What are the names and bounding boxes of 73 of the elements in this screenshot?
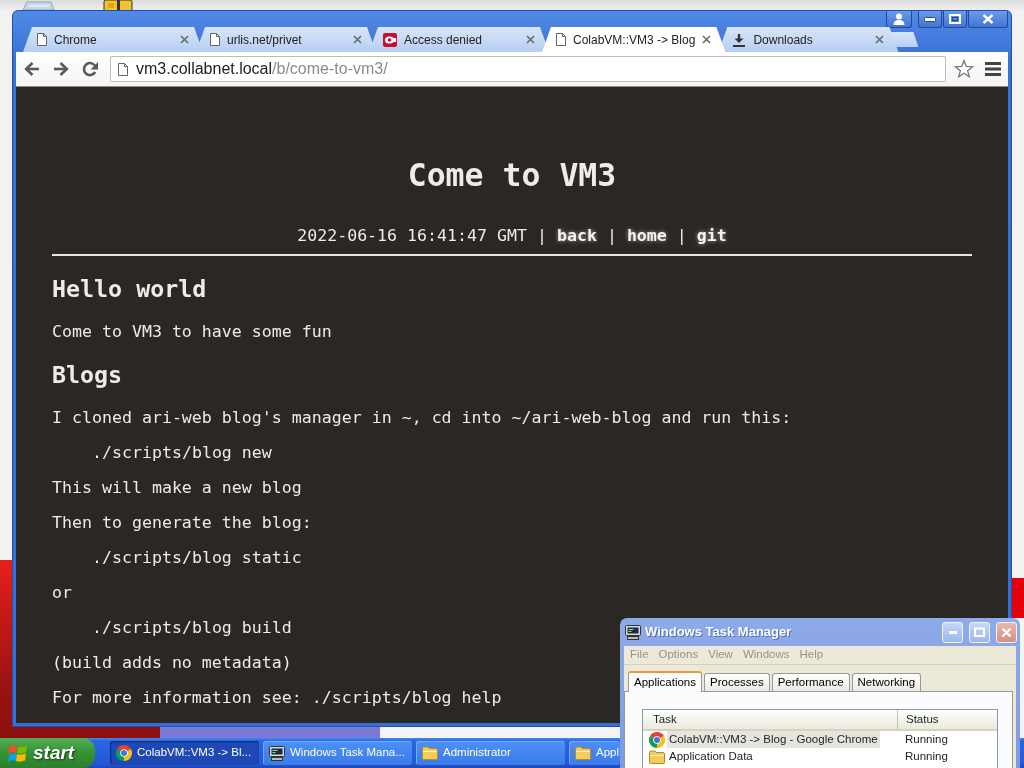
separator-text: | [676, 225, 687, 245]
download-icon [732, 32, 747, 47]
close-icon[interactable] [875, 35, 885, 44]
taskbar-button[interactable]: Administrator [416, 741, 565, 765]
separator-text: | [606, 225, 617, 245]
page-icon [556, 33, 566, 46]
section-heading: Hello world [52, 273, 207, 304]
computer-icon [625, 624, 641, 640]
window-title: Windows Task Manager [645, 623, 793, 642]
folder-icon [575, 746, 591, 760]
back-icon[interactable] [23, 60, 41, 78]
paragraph: Come to VM3 to have some fun [52, 320, 332, 343]
status-text: Running [905, 748, 948, 764]
minimize-button[interactable] [918, 11, 942, 28]
tab[interactable]: Performance [771, 673, 850, 691]
page-icon [210, 33, 220, 46]
maximize-icon [949, 14, 961, 24]
paragraph: For more information see: ./scripts/blog help [52, 686, 502, 709]
folder-icon [649, 749, 665, 764]
paragraph: or [52, 581, 72, 604]
user-icon [893, 13, 905, 25]
page-title: Come to VM3 [407, 156, 617, 195]
page-icon [37, 33, 47, 46]
close-icon [1001, 626, 1012, 638]
task-name[interactable]: Application Data [667, 747, 755, 766]
page-icon [118, 62, 128, 76]
nav-link[interactable]: back [556, 225, 597, 245]
taskbar-button[interactable]: Appl [569, 741, 620, 765]
paragraph: (build adds no metadata) [52, 651, 292, 674]
minimize-icon [924, 16, 936, 22]
forward-icon[interactable] [52, 60, 70, 78]
taskbar-button[interactable]: ColabVM::VM3 -> Bl... [110, 741, 259, 765]
background-window [1012, 578, 1024, 618]
start-button[interactable]: start [0, 738, 95, 768]
taskbar-button[interactable]: Windows Task Mana... [263, 741, 412, 765]
close-icon[interactable] [702, 35, 712, 44]
nav-link[interactable]: home [626, 225, 667, 245]
column-header[interactable]: Task [643, 710, 898, 729]
folder-icon [422, 746, 438, 760]
maximize-button[interactable] [943, 11, 967, 28]
browser-logo-icon [116, 745, 132, 761]
profile-button[interactable] [886, 11, 912, 28]
computer-icon [269, 745, 285, 761]
close-icon[interactable] [526, 35, 535, 44]
code-line: ./scripts/blog build [92, 616, 292, 639]
paragraph: I cloned ari-web blog's manager in ~, cd into ~/ari-web-blog and run this: [52, 406, 792, 429]
paragraph: Then to generate the blog: [52, 511, 312, 534]
browser-tab[interactable]: ColabVM::VM3 -> Blog [542, 27, 726, 52]
column-header[interactable]: Status [898, 710, 939, 729]
tab[interactable]: Applications [628, 671, 702, 692]
close-icon[interactable] [180, 35, 189, 44]
paragraph: This will make a new blog [52, 476, 302, 499]
browser-logo-icon [649, 731, 665, 748]
flag-logo-icon [8, 743, 28, 763]
site-logo-icon [383, 32, 397, 47]
minimize-icon [948, 630, 957, 634]
status-text: Running [905, 731, 948, 747]
timestamp-text: 2022-06-16 16:41:47 GMT [297, 225, 527, 245]
tab[interactable]: Networking [851, 673, 922, 691]
address-field[interactable]: vm3.collabnet.local/b/come-to-vm3/ [110, 56, 946, 82]
code-line: ./scripts/blog new [92, 441, 272, 464]
maximize-icon [974, 627, 985, 637]
separator-text: | [536, 225, 547, 245]
menu-icon[interactable] [985, 62, 1001, 76]
close-icon[interactable] [353, 35, 362, 44]
section-heading: Blogs [52, 359, 123, 390]
close-button[interactable] [968, 11, 1008, 28]
reload-icon[interactable] [81, 60, 99, 78]
code-line: ./scripts/blog static [92, 546, 302, 569]
nav-link[interactable]: git [696, 225, 727, 245]
tab[interactable]: Processes [704, 673, 770, 691]
close-icon [982, 14, 994, 24]
bookmark-star-icon[interactable] [954, 59, 974, 79]
